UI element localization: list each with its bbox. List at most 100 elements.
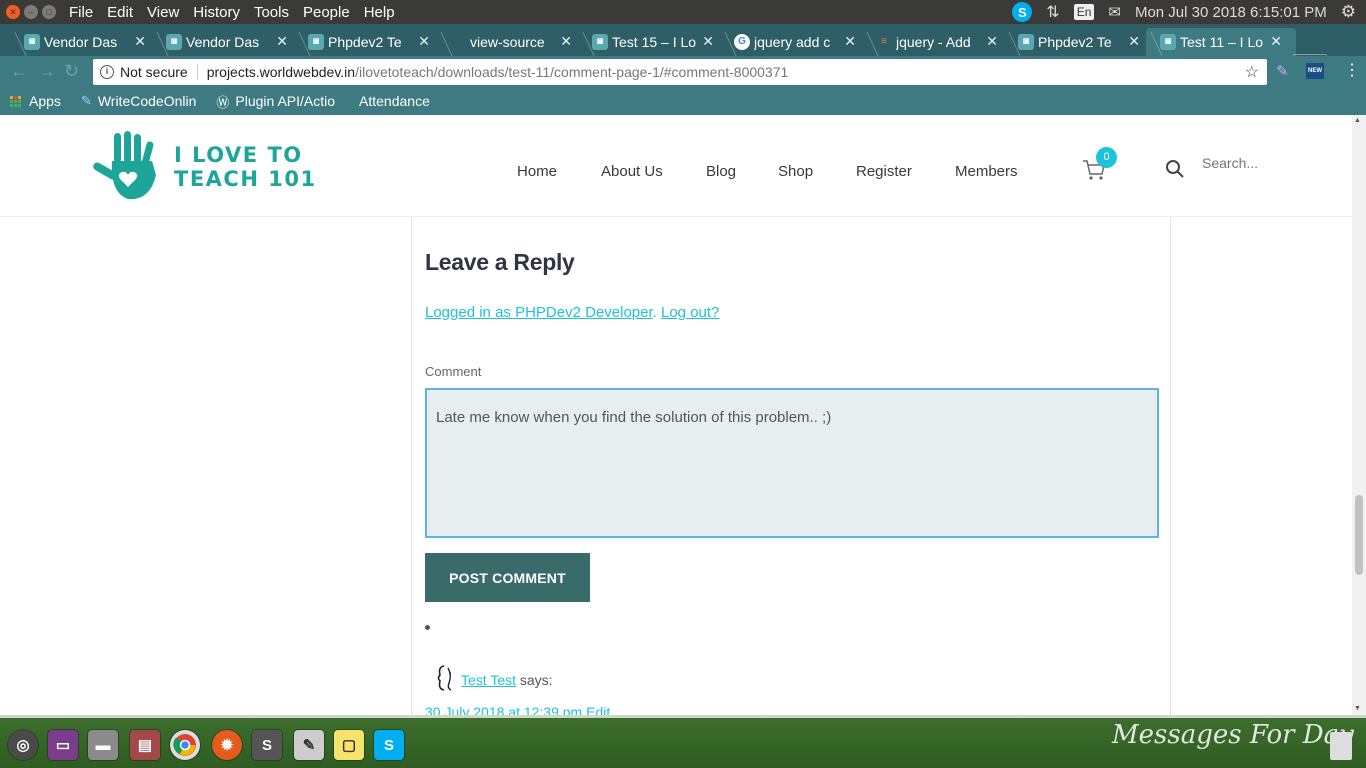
bookmark-apps[interactable]: Apps	[10, 93, 61, 109]
text-editor-icon[interactable]: ✎	[294, 730, 324, 760]
forward-arrow-icon[interactable]: →	[38, 61, 56, 82]
menu-edit[interactable]: Edit	[102, 4, 142, 21]
browser-menu-icon[interactable]: ⋮	[1344, 60, 1360, 80]
close-tab-icon[interactable]: ✕	[702, 33, 714, 50]
logo-text: I LOVE TO TEACH 101	[174, 143, 317, 191]
comment-edit-link[interactable]: Edit	[586, 705, 610, 715]
search-input[interactable]	[1202, 153, 1322, 173]
tab-jquery-add-stackoverflow[interactable]: ≡ jquery - Add ✕	[862, 28, 1012, 56]
skype-tray-icon[interactable]: S	[1012, 2, 1033, 22]
scrollbar-thumb[interactable]	[1355, 495, 1363, 575]
hand-heart-logo-icon	[93, 131, 156, 200]
logout-link[interactable]: Log out?	[661, 304, 719, 321]
tab-phpdev2-2[interactable]: ◙ Phpdev2 Te ✕	[1004, 28, 1154, 56]
site-favicon-icon: ◙	[24, 34, 40, 50]
desktop-dock: ◎ ▭ ▬ ▤ ✹ S ✎ ▢ S Messages For Day	[0, 715, 1366, 768]
skype-icon[interactable]: S	[374, 730, 404, 760]
drive-icon[interactable]: ▬	[88, 730, 118, 760]
window-controls: ✕ – □	[0, 5, 64, 19]
close-tab-icon[interactable]: ✕	[560, 33, 572, 50]
search-icon[interactable]	[1165, 159, 1185, 179]
nav-members[interactable]: Members	[955, 163, 1018, 180]
comments-section: Leave a Reply Logged in as PHPDev2 Devel…	[411, 217, 1171, 715]
scroll-down-arrow-icon[interactable]: ▼	[1354, 705, 1361, 712]
settings-gear-icon[interactable]: ⚙	[1341, 2, 1356, 22]
google-favicon-icon: G	[734, 34, 750, 50]
file-manager-icon[interactable]: ▤	[130, 730, 160, 760]
close-tab-icon[interactable]: ✕	[134, 33, 146, 50]
tab-vendor-dashboard-1[interactable]: ◙ Vendor Das ✕	[10, 28, 160, 56]
profile-link[interactable]: Logged in as PHPDev2 Developer	[425, 304, 653, 321]
tab-phpdev2-1[interactable]: ◙ Phpdev2 Te ✕	[294, 28, 444, 56]
tab-title: jquery - Add	[896, 34, 971, 50]
close-tab-icon[interactable]: ✕	[276, 33, 288, 50]
site-logo[interactable]: I LOVE TO TEACH 101	[90, 131, 317, 203]
close-tab-icon[interactable]: ✕	[1270, 33, 1282, 50]
tab-title: Test 11 – I Lo	[1180, 34, 1264, 50]
comment-author-link[interactable]: Test Test	[461, 672, 516, 688]
nav-blog[interactable]: Blog	[706, 163, 736, 180]
dash-home-icon[interactable]: ◎	[8, 730, 38, 760]
bookmark-writecodeonline[interactable]: ✎ WriteCodeOnlin	[81, 93, 196, 109]
mail-icon[interactable]: ✉	[1108, 3, 1121, 21]
comment-date-link[interactable]: 30 July 2018 at 12:39 pm	[425, 705, 582, 715]
clock[interactable]: Mon Jul 30 2018 6:15:01 PM	[1135, 4, 1327, 21]
close-tab-icon[interactable]: ✕	[844, 33, 856, 50]
divider	[196, 64, 198, 80]
bookmark-attendance[interactable]: Attendance	[359, 93, 430, 109]
wallpaper-text: Messages For Day	[1112, 720, 1354, 750]
scroll-up-arrow-icon[interactable]: ▲	[1354, 117, 1361, 124]
close-window-icon[interactable]: ✕	[6, 5, 20, 19]
close-tab-icon[interactable]: ✕	[1128, 33, 1140, 50]
menu-file[interactable]: File	[64, 4, 102, 21]
post-comment-button[interactable]: POST COMMENT	[425, 553, 590, 602]
logged-in-notice: Logged in as PHPDev2 Developer. Log out?	[425, 304, 719, 321]
tab-jquery-add-google[interactable]: Gjquery add c ✕	[720, 28, 870, 56]
logo-line-1: I LOVE TO	[174, 143, 303, 167]
tab-test-15[interactable]: ◙ Test 15 – I Lo ✕	[578, 28, 728, 56]
tab-test-11-active[interactable]: ◙ Test 11 – I Lo ✕	[1146, 28, 1296, 56]
close-tab-icon[interactable]: ✕	[986, 33, 998, 50]
minimize-window-icon[interactable]: –	[24, 5, 38, 19]
menu-history[interactable]: History	[188, 4, 249, 21]
bookmark-star-icon[interactable]: ☆	[1245, 62, 1259, 82]
workspace-switcher-icon[interactable]: ▭	[48, 730, 78, 760]
sublime-text-icon[interactable]: S	[252, 730, 282, 760]
keyboard-language[interactable]: En	[1073, 4, 1095, 20]
sticky-notes-icon[interactable]: ▢	[334, 730, 364, 760]
info-icon[interactable]: i	[100, 65, 114, 79]
back-arrow-icon[interactable]: ←	[10, 61, 28, 82]
extension-pen-icon[interactable]: ✎	[1276, 62, 1289, 80]
nav-shop[interactable]: Shop	[778, 163, 813, 180]
page-scrollbar[interactable]: ▲ ▼	[1352, 115, 1366, 715]
site-favicon-icon: ◙	[592, 34, 608, 50]
menu-help[interactable]: Help	[359, 4, 404, 21]
menu-tools[interactable]: Tools	[249, 4, 298, 21]
bookmark-plugin-api[interactable]: Ⓦ Plugin API/Actio	[216, 92, 335, 111]
nav-register[interactable]: Register	[856, 163, 912, 180]
tab-title: Vendor Das	[44, 34, 118, 50]
firefox-icon[interactable]: ✹	[212, 730, 242, 760]
cart-count-badge[interactable]: 0	[1096, 147, 1117, 168]
tab-vendor-dashboard-2[interactable]: ◙ Vendor Das ✕	[152, 28, 302, 56]
address-bar[interactable]: i Not secure projects.worldwebdev.in/ilo…	[93, 59, 1267, 85]
menu-view[interactable]: View	[142, 4, 188, 21]
menu-people[interactable]: People	[298, 4, 359, 21]
nav-home[interactable]: Home	[517, 163, 557, 180]
site-favicon-icon: ◙	[1160, 34, 1176, 50]
trash-icon[interactable]	[1330, 732, 1352, 760]
comment-textarea[interactable]: Late me know when you find the solution …	[425, 388, 1159, 538]
comment-meta: 30 July 2018 at 12:39 pm Edit	[425, 705, 610, 715]
nav-about-us[interactable]: About Us	[601, 163, 663, 180]
maximize-window-icon[interactable]: □	[42, 5, 56, 19]
tab-title: Phpdev2 Te	[328, 34, 402, 50]
comment-label: Comment	[425, 364, 482, 379]
extension-new-icon[interactable]: NEW	[1306, 63, 1324, 79]
tab-view-source[interactable]: view-source ✕	[436, 28, 586, 56]
network-icon[interactable]: ⇅	[1046, 2, 1059, 22]
chrome-icon[interactable]	[170, 730, 200, 760]
site-favicon-icon: ◙	[1018, 34, 1034, 50]
tab-title: Test 15 – I Lo	[612, 34, 697, 50]
reload-icon[interactable]: ↻	[64, 61, 79, 82]
close-tab-icon[interactable]: ✕	[418, 33, 430, 50]
